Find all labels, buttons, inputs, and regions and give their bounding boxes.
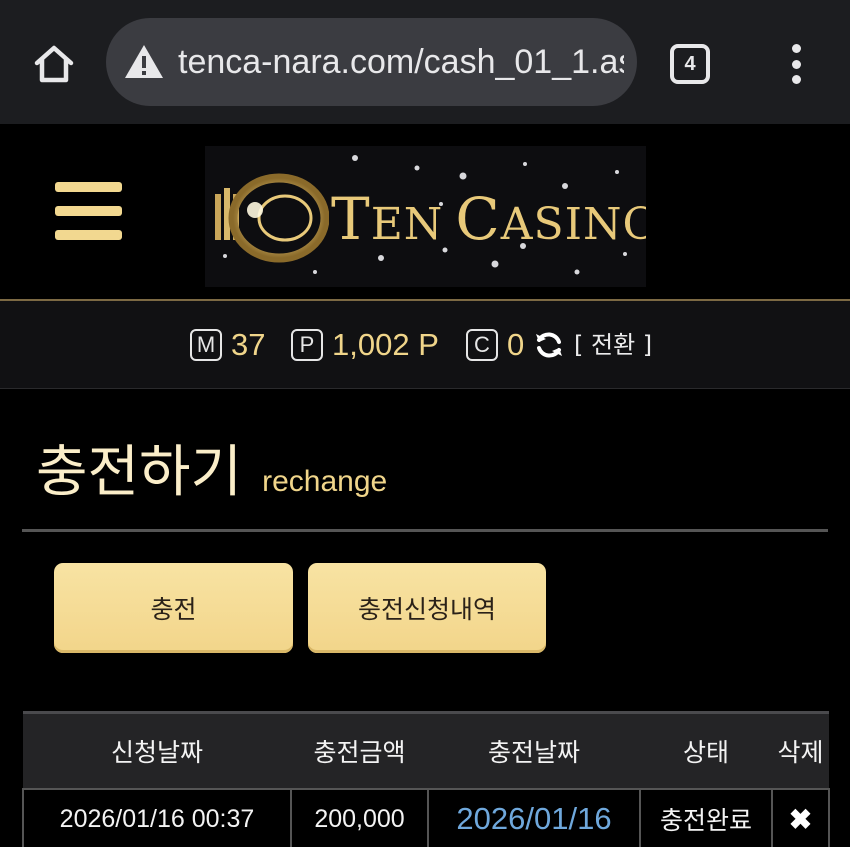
points-bar: M 37 P 1,002 P C 0 [0, 301, 850, 389]
charge-history-table: 신청날짜 충전금액 충전날짜 상태 삭제 2026/01/16 00:37 20… [22, 711, 830, 847]
sparkle-decoration [223, 155, 627, 275]
table-row: 2026/01/16 00:37 200,000 2026/01/16 충전완료… [22, 787, 830, 847]
more-options-icon[interactable] [780, 40, 812, 88]
point-value: 1,002 P [332, 327, 439, 362]
header-amount: 충전금액 [291, 711, 428, 789]
money-value: 37 [231, 327, 266, 362]
page-title-english: rechange [262, 465, 388, 498]
browser-toolbar: tenca-nara.com/cash_01_1.asp 4 [0, 0, 850, 124]
coin-balance: C 0 [466, 325, 524, 365]
header-charge-date: 충전날짜 [428, 711, 640, 789]
page-title-korean: 충전하기 [36, 440, 243, 505]
url-text[interactable]: tenca-nara.com/cash_01_1.asp [178, 40, 624, 84]
cell-status: 충전완료 [639, 787, 773, 847]
refresh-icon[interactable] [534, 330, 564, 360]
cell-request-date: 2026/01/16 00:37 [22, 787, 292, 847]
page-title: 충전하기 rechange [36, 438, 387, 508]
ten-casino-logo[interactable]: TEN CASINO [205, 146, 646, 287]
charge-button[interactable]: 충전 [54, 563, 293, 653]
coin-icon: C [466, 329, 498, 361]
table-header-row: 신청날짜 충전금액 충전날짜 상태 삭제 [23, 711, 829, 789]
charge-history-button[interactable]: 충전신청내역 [308, 563, 546, 653]
point-balance: P 1,002 P [291, 325, 439, 365]
cell-amount: 200,000 [290, 787, 429, 847]
convert-link[interactable]: [ 전환 ] [574, 326, 652, 364]
header-status: 상태 [640, 711, 772, 789]
cell-delete[interactable]: ✖ [771, 787, 830, 847]
cell-charge-date: 2026/01/16 [427, 787, 641, 847]
delete-icon[interactable]: ✖ [789, 804, 812, 835]
hamburger-menu-icon[interactable] [55, 182, 122, 240]
money-icon: M [190, 329, 222, 361]
not-secure-warning-icon[interactable] [122, 40, 166, 84]
header-delete: 삭제 [772, 711, 829, 789]
address-bar[interactable]: tenca-nara.com/cash_01_1.asp [106, 18, 637, 106]
point-icon: P [291, 329, 323, 361]
title-divider [22, 529, 828, 532]
tab-switcher-button[interactable]: 4 [670, 44, 710, 84]
header-request-date: 신청날짜 [23, 711, 291, 789]
money-balance: M 37 [190, 325, 265, 365]
home-icon[interactable] [28, 38, 80, 90]
coin-value: 0 [507, 327, 525, 362]
site-header: TEN CASINO [0, 124, 850, 300]
